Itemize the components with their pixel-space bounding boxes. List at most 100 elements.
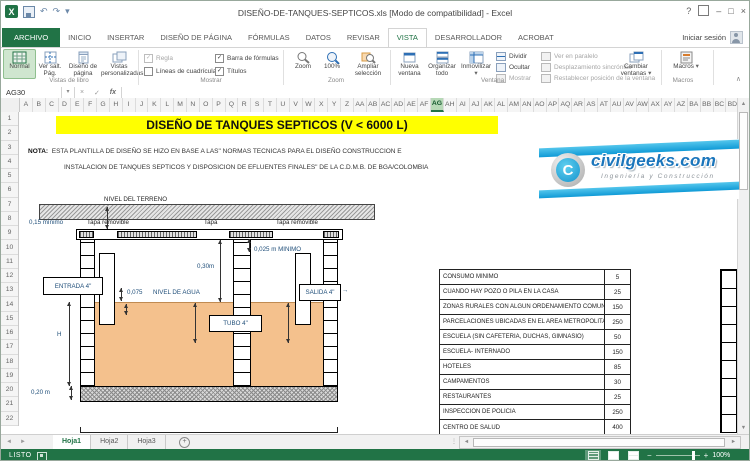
column-header[interactable]: Q	[226, 98, 239, 112]
ribbon-tab[interactable]: FÓRMULAS	[240, 28, 298, 47]
page-layout-shortcut[interactable]	[605, 450, 621, 461]
row-header[interactable]: 21	[1, 397, 18, 411]
table-row[interactable]: RESTAURANTES 25	[440, 390, 630, 405]
column-header[interactable]: AL	[495, 98, 508, 112]
headings-checkbox[interactable]: ✓ Títulos	[215, 67, 247, 76]
sheet-tab[interactable]: Hoja3	[128, 435, 165, 449]
macros-button[interactable]: Macros ▾	[667, 49, 705, 79]
column-header[interactable]: P	[213, 98, 226, 112]
column-header[interactable]: AV	[624, 98, 637, 112]
column-header[interactable]: H	[110, 98, 123, 112]
column-header[interactable]: K	[148, 98, 161, 112]
restore-button[interactable]: □	[728, 6, 733, 16]
column-header[interactable]: AC	[380, 98, 393, 112]
row-header[interactable]: 13	[1, 283, 18, 297]
table-row[interactable]: CENTRO DE SALUD 400	[440, 420, 630, 434]
column-header[interactable]: AS	[585, 98, 598, 112]
row-header[interactable]: 9	[1, 226, 18, 240]
vertical-scrollbar-thumb[interactable]	[739, 112, 748, 190]
table-row[interactable]: CONSUMO MINIMO 5	[440, 270, 630, 285]
new-window-button[interactable]: Nueva ventana	[393, 49, 426, 79]
view-side-by-side-button[interactable]: Ver en paralelo	[541, 52, 598, 61]
page-layout-button[interactable]: Diseño de página	[64, 49, 102, 79]
column-header[interactable]: X	[315, 98, 328, 112]
table-row[interactable]: ESCUELA (SIN CAFETERIA, DUCHAS, GIMNASIO…	[440, 330, 630, 345]
horizontal-scrollbar[interactable]: ◄ ►	[459, 436, 741, 449]
ribbon-display-options-icon[interactable]	[698, 5, 709, 16]
row-header[interactable]: 22	[1, 412, 18, 426]
table-row[interactable]: ZONAS RURALES CON ALGUN ORDENAMIENTO COM…	[440, 300, 630, 315]
normal-view-button[interactable]: Normal	[3, 49, 36, 79]
custom-views-button[interactable]: Vistas personalizadas	[100, 49, 138, 79]
row-header[interactable]: 14	[1, 297, 18, 311]
table-row-value[interactable]: 30	[604, 375, 630, 389]
row-header[interactable]: 17	[1, 340, 18, 354]
column-header[interactable]: E	[71, 98, 84, 112]
help-button[interactable]: ?	[686, 6, 691, 16]
add-sheet-button[interactable]: +	[179, 437, 190, 448]
table-row-value[interactable]: 150	[604, 300, 630, 314]
table-row-label[interactable]: PARCELACIONES UBICADAS EN EL AREA METROP…	[440, 315, 604, 329]
column-header[interactable]: A	[20, 98, 33, 112]
column-header[interactable]: AE	[405, 98, 418, 112]
column-header[interactable]: M	[174, 98, 187, 112]
table-row-label[interactable]: RESTAURANTES	[440, 390, 604, 404]
scroll-left-icon[interactable]: ◄	[461, 437, 472, 448]
table-row[interactable]: INSPECCION DE POLICIA 250	[440, 405, 630, 420]
column-header[interactable]: AZ	[675, 98, 688, 112]
scroll-right-icon[interactable]: ►	[728, 437, 739, 448]
table-row-label[interactable]: CENTRO DE SALUD	[440, 420, 604, 434]
row-header[interactable]: 1	[1, 112, 18, 126]
ribbon-tab[interactable]: INSERTAR	[99, 28, 152, 47]
arrange-all-button[interactable]: Organizar todo	[424, 49, 460, 79]
row-header[interactable]: 16	[1, 326, 18, 340]
ribbon-tab[interactable]: VISTA	[388, 28, 427, 47]
column-header[interactable]: AG	[431, 98, 444, 112]
table-row-value[interactable]: 50	[604, 330, 630, 344]
ribbon-tab[interactable]: INICIO	[60, 28, 99, 47]
column-header[interactable]: G	[97, 98, 110, 112]
ribbon-tab[interactable]: DATOS	[298, 28, 339, 47]
row-header[interactable]: 3	[1, 141, 18, 155]
zoom-in-button[interactable]: +	[704, 449, 709, 461]
column-header[interactable]: N	[187, 98, 200, 112]
table-row[interactable]: CUANDO HAY POZO O PILA EN LA CASA 25	[440, 285, 630, 300]
column-header[interactable]: AJ	[470, 98, 483, 112]
row-header[interactable]: 7	[1, 198, 18, 212]
previous-sheet-icon[interactable]: ◄	[6, 435, 12, 449]
column-header[interactable]: U	[277, 98, 290, 112]
row-header[interactable]: 18	[1, 355, 18, 369]
column-header[interactable]: I	[123, 98, 136, 112]
name-box[interactable]: AG30	[1, 87, 62, 98]
zoom-slider[interactable]	[656, 455, 700, 456]
table-row-value[interactable]: 250	[604, 405, 630, 419]
tab-scrollbar-divider[interactable]: ⋮	[451, 438, 457, 445]
page-break-preview-button[interactable]: Ver salt. Pág.	[34, 49, 66, 79]
column-header[interactable]: AY	[662, 98, 675, 112]
split-button[interactable]: Dividir	[496, 52, 527, 61]
row-header[interactable]: 10	[1, 240, 18, 254]
column-header[interactable]: AX	[649, 98, 662, 112]
scroll-down-icon[interactable]: ▼	[738, 422, 749, 434]
gridlines-checkbox[interactable]: Líneas de cuadrícula	[144, 67, 216, 76]
table-row-value[interactable]: 25	[604, 390, 630, 404]
table-row-value[interactable]: 250	[604, 315, 630, 329]
zoom-slider-thumb[interactable]	[692, 451, 695, 460]
next-sheet-icon[interactable]: ►	[20, 435, 26, 449]
column-header[interactable]: AF	[418, 98, 431, 112]
column-header[interactable]: AP	[547, 98, 560, 112]
column-header[interactable]: J	[136, 98, 149, 112]
select-all-corner[interactable]	[1, 98, 20, 112]
column-header[interactable]: T	[264, 98, 277, 112]
column-header[interactable]: R	[238, 98, 251, 112]
close-button[interactable]: ×	[741, 6, 746, 16]
row-header[interactable]: 20	[1, 383, 18, 397]
table-row[interactable]: PARCELACIONES UBICADAS EN EL AREA METROP…	[440, 315, 630, 330]
row-header[interactable]: 15	[1, 312, 18, 326]
column-header[interactable]: AN	[521, 98, 534, 112]
column-header[interactable]: AH	[444, 98, 457, 112]
row-header[interactable]: 8	[1, 212, 18, 226]
table-row-value[interactable]: 400	[604, 420, 630, 434]
column-header[interactable]: AD	[392, 98, 405, 112]
table-row-value[interactable]: 85	[604, 360, 630, 374]
